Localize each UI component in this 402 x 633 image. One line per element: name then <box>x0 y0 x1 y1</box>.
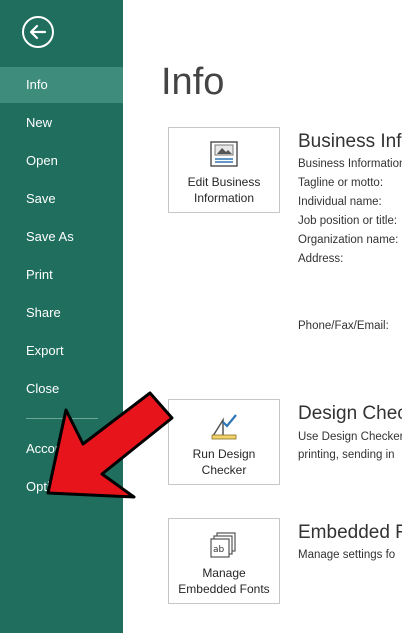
business-card-icon <box>210 141 238 167</box>
tile-label-line1: Edit Business <box>187 175 261 189</box>
nav-close[interactable]: Close <box>0 371 123 407</box>
business-field: Address: <box>298 253 344 265</box>
nav-options[interactable]: Options <box>0 469 123 505</box>
nav-info[interactable]: Info <box>0 67 123 103</box>
tile-label: Manage Embedded Fonts <box>169 565 279 597</box>
embedded-fonts-heading: Embedded F <box>298 522 402 543</box>
page-title: Info <box>161 61 225 103</box>
design-checker-heading: Design Check <box>298 403 402 424</box>
business-field: Job position or title: <box>298 215 398 227</box>
design-checker-text: Use Design Checker <box>298 431 402 443</box>
tile-label-line1: Manage <box>202 566 246 580</box>
back-arrow-icon <box>29 24 47 40</box>
tile-label: Run Design Checker <box>169 446 279 478</box>
nav-open[interactable]: Open <box>0 143 123 179</box>
embedded-fonts-icon: ab <box>210 532 236 558</box>
run-design-checker-button[interactable]: Run Design Checker <box>168 399 280 485</box>
tile-label-line1: Run Design <box>192 447 256 461</box>
tile-label-line2: Embedded Fonts <box>178 582 270 596</box>
business-field: Phone/Fax/Email: <box>298 320 389 332</box>
svg-text:ab: ab <box>213 545 225 555</box>
info-panel: Info Edit Business Information Business … <box>123 0 402 633</box>
tile-label-line2: Information <box>193 191 255 205</box>
business-field: Tagline or motto: <box>298 177 384 189</box>
design-checker-text: printing, sending in <box>298 449 395 461</box>
tile-label-line2: Checker <box>201 463 247 477</box>
nav-divider <box>26 418 98 419</box>
manage-embedded-fonts-button[interactable]: ab Manage Embedded Fonts <box>168 518 280 604</box>
business-field: Organization name: <box>298 234 399 246</box>
design-checker-icon <box>211 414 237 440</box>
business-field: Individual name: <box>298 196 382 208</box>
business-info-heading: Business Info <box>298 131 402 152</box>
nav-print[interactable]: Print <box>0 257 123 293</box>
nav-export[interactable]: Export <box>0 333 123 369</box>
nav-new[interactable]: New <box>0 105 123 141</box>
backstage-sidebar: Info New Open Save Save As Print Share E… <box>0 0 123 633</box>
tile-label: Edit Business Information <box>169 174 279 206</box>
back-button[interactable] <box>22 16 54 48</box>
nav-save-as[interactable]: Save As <box>0 219 123 255</box>
business-field: Business Information <box>298 158 402 170</box>
edit-business-information-button[interactable]: Edit Business Information <box>168 127 280 213</box>
embedded-fonts-text: Manage settings fo <box>298 549 396 561</box>
nav-save[interactable]: Save <box>0 181 123 217</box>
nav-share[interactable]: Share <box>0 295 123 331</box>
nav-account[interactable]: Account <box>0 431 123 467</box>
